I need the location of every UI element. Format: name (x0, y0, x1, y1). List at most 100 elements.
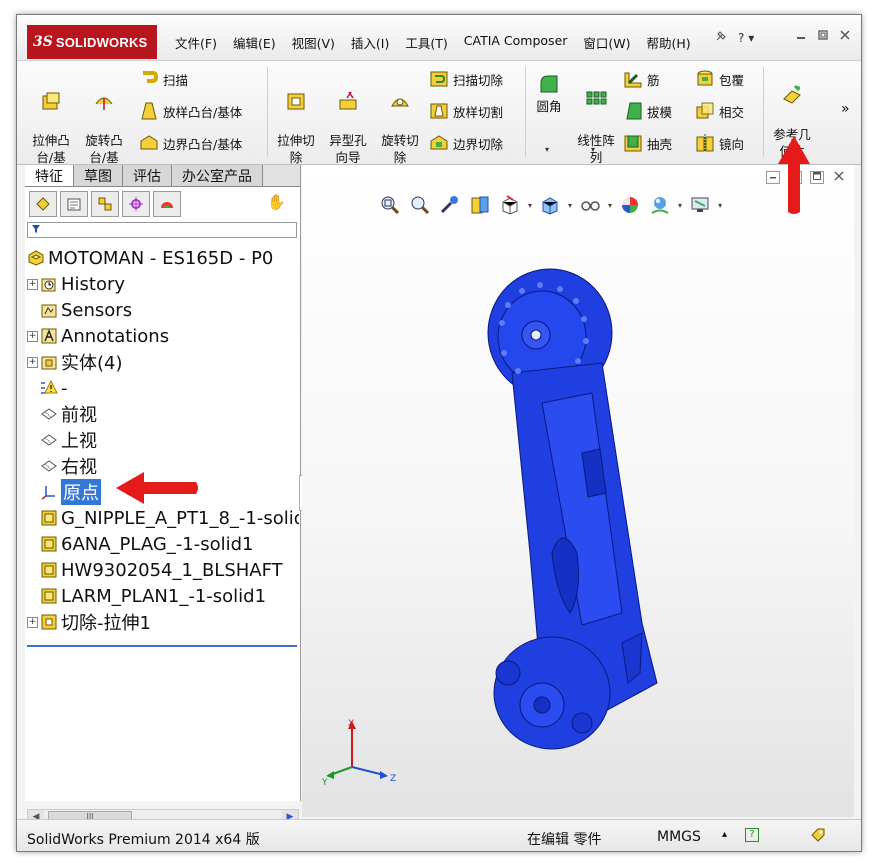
view-settings-icon[interactable] (688, 193, 712, 217)
tree-item-solid-bodies[interactable]: + 实体(4) (27, 349, 299, 375)
tree-filter-bar[interactable] (27, 222, 297, 238)
dimxpert-manager-icon[interactable] (122, 191, 150, 217)
tab-sketch[interactable]: 草图 (74, 165, 123, 186)
minimize-icon[interactable] (795, 29, 807, 44)
quick-tips-icon[interactable]: ? (745, 828, 759, 842)
draft-button[interactable]: 拔模 (623, 101, 672, 121)
body-feature-icon (40, 561, 58, 579)
lofted-cut-label: 放样切割 (453, 104, 504, 120)
lofted-cut-button[interactable]: 放样切割 (429, 101, 503, 121)
menu-edit[interactable]: 编辑(E) (225, 33, 284, 52)
intersect-button[interactable]: 相交 (695, 101, 744, 121)
mirror-button[interactable]: 镜向 (695, 133, 744, 153)
boundary-boss-button[interactable]: 边界凸台/基体 (139, 133, 242, 153)
expand-toggle[interactable]: + (27, 616, 38, 628)
wrap-icon (695, 69, 715, 89)
previous-view-icon[interactable] (438, 193, 462, 217)
extrude-cut-button[interactable]: 拉伸切 除 (273, 73, 319, 166)
apply-scene-caret[interactable]: ▾ (678, 201, 682, 210)
wrap-button[interactable]: 包覆 (695, 69, 744, 89)
expand-toggle[interactable]: + (27, 330, 38, 342)
view-orientation-icon[interactable] (498, 193, 522, 217)
unit-system-caret[interactable]: ▴ (722, 829, 727, 840)
pattern-dropdown-caret[interactable]: ▾ (591, 145, 595, 154)
property-manager-icon[interactable] (60, 191, 88, 217)
solidworks-logo[interactable]: 3S SOLIDWORKS (27, 25, 157, 59)
close-icon[interactable] (839, 29, 851, 44)
tab-features[interactable]: 特征 (25, 165, 74, 186)
view-orientation-caret[interactable]: ▾ (528, 201, 532, 210)
linear-pattern-button[interactable]: 线性阵 列 (573, 73, 619, 166)
fillet-button[interactable]: 圆角 (529, 73, 569, 115)
edit-appearance-icon[interactable] (618, 193, 642, 217)
hide-show-caret[interactable]: ▾ (608, 201, 612, 210)
expand-toggle[interactable]: + (27, 278, 38, 290)
ribbon-overflow-button[interactable]: » (841, 101, 850, 117)
viewport-maximize-icon[interactable] (810, 171, 824, 184)
menu-file[interactable]: 文件(F) (167, 33, 225, 52)
tree-item-front-plane[interactable]: 前视 (27, 401, 299, 427)
tree-item-sensors[interactable]: Sensors (27, 297, 299, 323)
loft-boss-button[interactable]: 放样凸台/基体 (139, 101, 242, 121)
tree-item-body-4[interactable]: LARM_PLAN1_-1-solid1 (27, 583, 299, 609)
revolve-cut-button[interactable]: 旋转切 除 (377, 73, 423, 166)
main-menu: 文件(F) 编辑(E) 视图(V) 插入(I) 工具(T) CATIA Comp… (167, 33, 699, 52)
pin-icon[interactable] (714, 29, 728, 46)
shell-button[interactable]: 抽壳 (623, 133, 672, 153)
menu-catia-composer[interactable]: CATIA Composer (456, 33, 576, 52)
tree-item-history[interactable]: + History (27, 271, 299, 297)
menu-help[interactable]: 帮助(H) (639, 33, 699, 52)
robot-arm-model[interactable] (482, 253, 682, 773)
tree-item-body-3[interactable]: HW9302054_1_BLSHAFT (27, 557, 299, 583)
hole-wizard-button[interactable]: 异型孔 向导 (325, 73, 371, 166)
tree-item-material[interactable]: - (27, 375, 299, 401)
viewport-close-icon[interactable] (832, 171, 846, 184)
wrap-label: 包覆 (719, 72, 745, 88)
tree-item-label: History (61, 273, 126, 295)
zoom-to-area-icon[interactable] (408, 193, 432, 217)
rebuild-tag-icon[interactable] (809, 826, 827, 848)
menu-view[interactable]: 视图(V) (284, 33, 343, 52)
tree-root[interactable]: MOTOMAN - ES165D - P0 (27, 245, 299, 271)
fillet-label: 圆角 (536, 99, 562, 114)
display-manager-icon[interactable] (153, 191, 181, 217)
section-view-icon[interactable] (468, 193, 492, 217)
tree-item-cut-extrude[interactable]: + 切除-拉伸1 (27, 609, 299, 635)
zoom-to-fit-icon[interactable] (378, 193, 402, 217)
tree-item-top-plane[interactable]: 上视 (27, 427, 299, 453)
history-icon (40, 275, 58, 293)
tree-item-body-1[interactable]: G_NIPPLE_A_PT1_8_-1-solid1 (27, 505, 299, 531)
tree-item-body-2[interactable]: 6ANA_PLAG_-1-solid1 (27, 531, 299, 557)
configuration-manager-icon[interactable] (91, 191, 119, 217)
restore-icon[interactable] (817, 29, 829, 44)
display-style-caret[interactable]: ▾ (568, 201, 572, 210)
display-style-icon[interactable] (538, 193, 562, 217)
tab-evaluate[interactable]: 评估 (123, 165, 172, 186)
swept-cut-button[interactable]: 扫描切除 (429, 69, 503, 89)
hide-show-items-icon[interactable] (578, 193, 602, 217)
sweep-button[interactable]: 扫描 (139, 69, 188, 89)
tree-item-label: - (61, 377, 68, 399)
sensors-icon (40, 301, 58, 319)
menu-insert[interactable]: 插入(I) (343, 33, 397, 52)
rollback-bar[interactable] (27, 645, 297, 647)
tab-office-products[interactable]: 办公室产品 (172, 165, 263, 186)
tree-item-annotations[interactable]: + Annotations (27, 323, 299, 349)
extrude-cut-label: 拉伸切 除 (277, 133, 315, 165)
unit-system-button[interactable]: MMGS (657, 829, 701, 845)
rib-button[interactable]: 筋 (623, 69, 660, 89)
graphics-area[interactable]: ▾ ▾ ▾ ▾ ▾ X Z Y (302, 165, 854, 817)
mirror-icon (695, 133, 715, 153)
expand-toggle[interactable]: + (27, 356, 38, 368)
help-button[interactable]: ? ▾ (738, 31, 754, 45)
menu-tools[interactable]: 工具(T) (397, 33, 455, 52)
ds-logo-mark: 3S (33, 34, 53, 50)
apply-scene-icon[interactable] (648, 193, 672, 217)
pan-hand-icon[interactable]: ✋ (267, 193, 286, 211)
view-settings-caret[interactable]: ▾ (718, 201, 722, 210)
boundary-cut-button[interactable]: 边界切除 (429, 133, 503, 153)
feature-manager-icon[interactable] (29, 191, 57, 217)
fillet-dropdown-caret[interactable]: ▾ (545, 145, 549, 154)
menu-window[interactable]: 窗口(W) (575, 33, 638, 52)
tree-item-label: 右视 (61, 457, 97, 478)
